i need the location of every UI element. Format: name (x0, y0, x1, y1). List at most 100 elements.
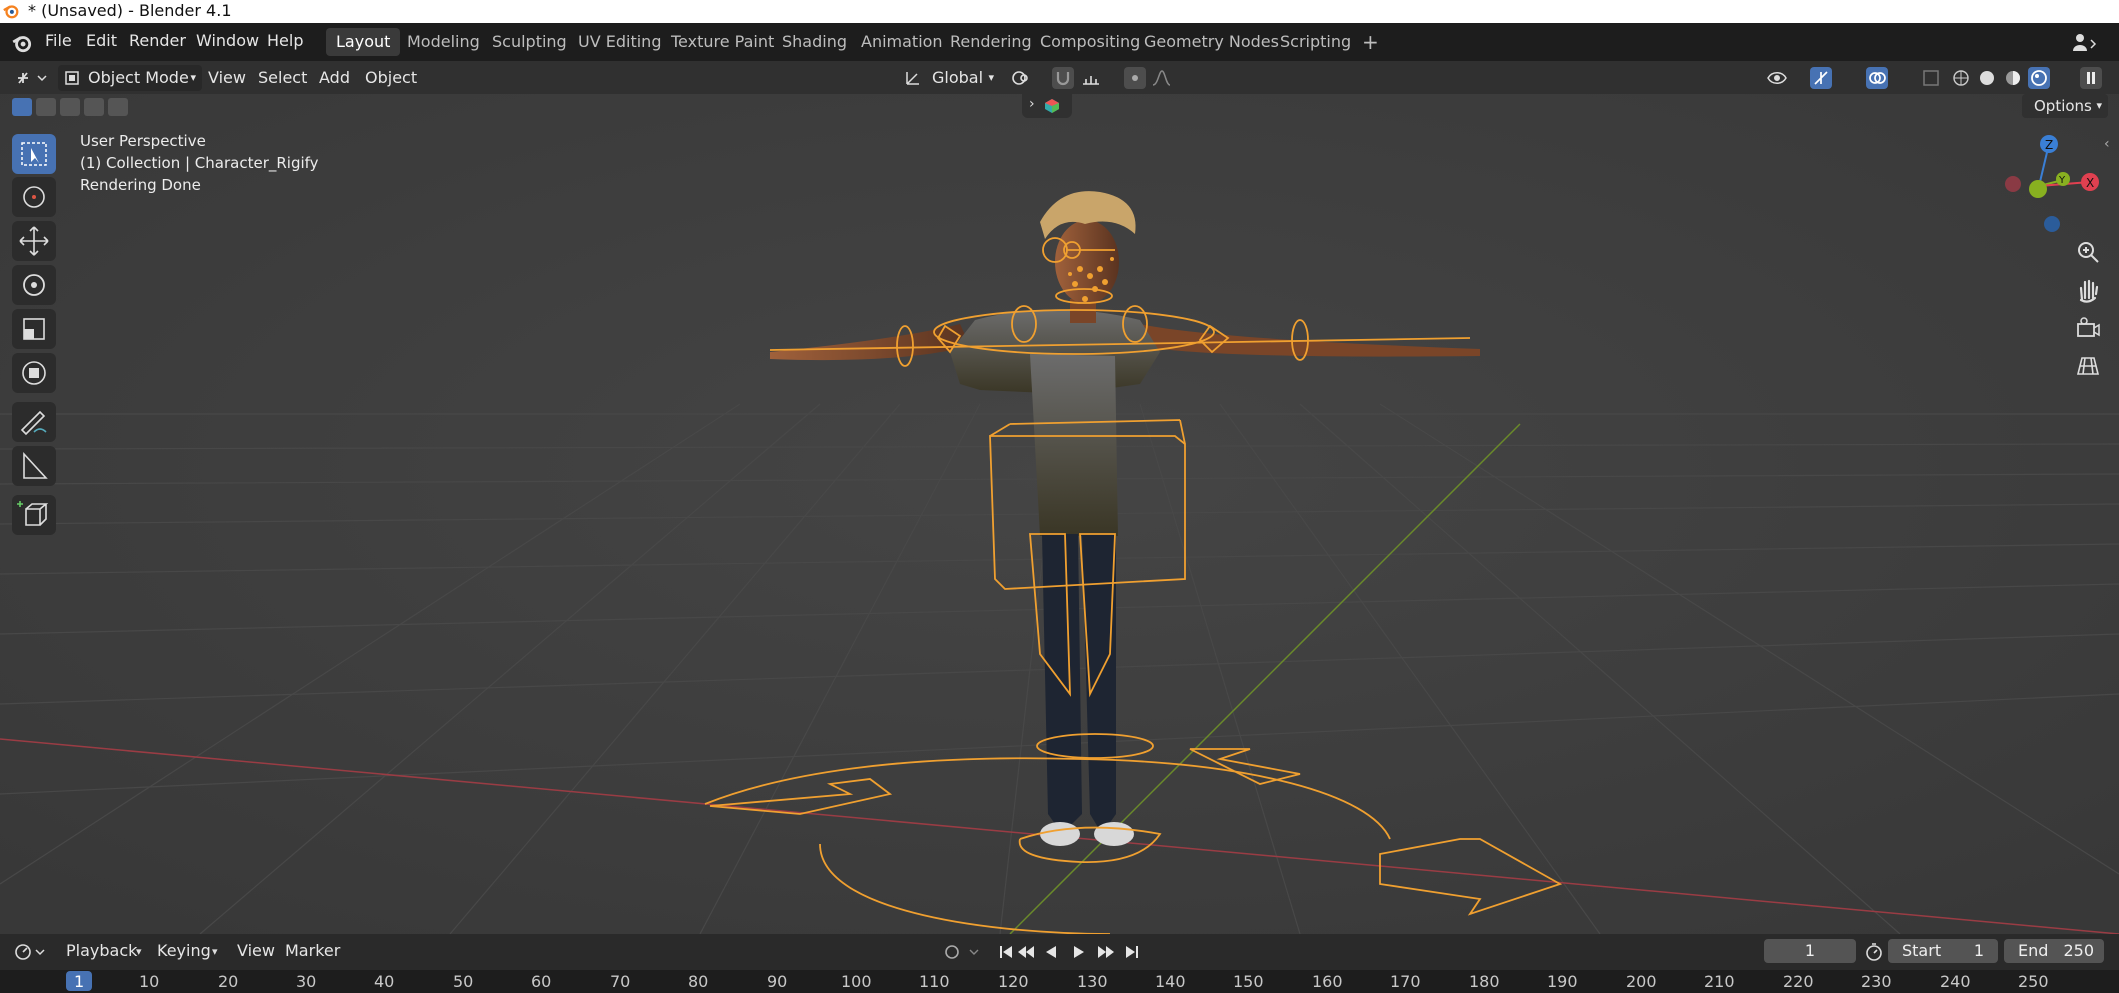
tab-scripting[interactable]: Scripting (1270, 28, 1361, 56)
move-tool[interactable] (12, 221, 56, 261)
xray-toggle-icon[interactable] (1920, 67, 1942, 89)
menu-help[interactable]: Help (267, 31, 303, 50)
zoom-button[interactable] (2072, 236, 2104, 268)
wireframe-shading-icon[interactable] (1950, 67, 1972, 89)
tab-rendering[interactable]: Rendering (940, 28, 1042, 56)
tab-geometry-nodes[interactable]: Geometry Nodes (1134, 28, 1289, 56)
select-invert-icon[interactable] (84, 98, 104, 116)
grid-icon (2076, 357, 2100, 375)
window-title: * (Unsaved) - Blender 4.1 (28, 1, 232, 20)
start-frame-field[interactable]: Start 1 (1888, 939, 1998, 963)
annotate-tool[interactable] (12, 402, 56, 442)
tab-texture-paint[interactable]: Texture Paint (661, 28, 784, 56)
options-label: Options (2034, 97, 2092, 115)
tab-modeling[interactable]: Modeling (397, 28, 490, 56)
pause-icon[interactable] (2080, 67, 2102, 89)
end-frame-field[interactable]: End 250 (2004, 939, 2104, 963)
menu-window[interactable]: Window (196, 31, 259, 50)
jump-to-end-icon[interactable] (1126, 946, 1138, 958)
select-box-tool[interactable] (12, 134, 56, 174)
blender-logo-icon (3, 5, 19, 19)
pan-button[interactable] (2072, 274, 2104, 306)
mode-dropdown[interactable]: Object Mode ▾ (58, 65, 202, 91)
scene-selector-icon[interactable] (2070, 31, 2098, 53)
snap-icon[interactable] (1052, 67, 1074, 89)
frame-tick: 130 (1077, 972, 1108, 991)
rendered-shading-icon[interactable] (2028, 67, 2050, 89)
select-new-icon[interactable] (12, 98, 32, 116)
menu-object[interactable]: Object (365, 65, 417, 91)
menu-timeline-view[interactable]: View (237, 938, 275, 964)
jump-to-start-icon[interactable] (1000, 946, 1012, 958)
projection-toggle-button[interactable] (2072, 350, 2104, 382)
measure-tool[interactable] (12, 446, 56, 486)
perspective-label: User Perspective (80, 132, 206, 150)
select-intersect-icon[interactable] (108, 98, 128, 116)
end-label: End (2018, 941, 2049, 960)
tab-sculpting[interactable]: Sculpting (482, 28, 577, 56)
frame-tick: 250 (2018, 972, 2049, 991)
current-frame-field[interactable]: 1 (1764, 939, 1856, 963)
tab-layout[interactable]: Layout (326, 28, 401, 56)
editor-type-icon[interactable] (14, 68, 50, 88)
cursor-tool[interactable] (12, 177, 56, 217)
proportional-editing-icon[interactable] (1124, 67, 1146, 89)
rotate-tool[interactable] (12, 265, 56, 305)
menu-file[interactable]: File (45, 31, 72, 50)
tab-uv-editing[interactable]: UV Editing (568, 28, 671, 56)
object-mode-icon (65, 71, 79, 85)
options-dropdown[interactable]: Options ▾ (2022, 94, 2108, 118)
orientation-icon (906, 72, 919, 85)
material-preview-shading-icon[interactable] (2002, 67, 2024, 89)
transform-orientation-dropdown[interactable]: Global ▾ (902, 65, 998, 91)
menu-playback[interactable]: Playback (66, 938, 137, 964)
menu-view[interactable]: View (208, 65, 246, 91)
frame-tick: 80 (688, 972, 709, 991)
add-cube-tool[interactable] (12, 495, 56, 535)
visibility-eye-icon[interactable] (1766, 67, 1788, 89)
select-subtract-icon[interactable] (60, 98, 80, 116)
scale-tool[interactable] (12, 309, 56, 349)
play-reverse-icon[interactable] (1046, 946, 1056, 958)
frame-tick: 100 (841, 972, 872, 991)
start-value: 1 (1973, 941, 1984, 960)
jump-to-keyframe-back-icon[interactable] (1018, 946, 1034, 958)
asset-shelf-toggle[interactable]: › (1022, 94, 1072, 118)
snap-target-icon[interactable] (1080, 67, 1102, 89)
transform-tool[interactable] (12, 353, 56, 393)
frame-tick: 60 (531, 972, 552, 991)
auto-keying-icon[interactable] (942, 942, 982, 962)
ruler-icon (23, 451, 48, 479)
timeline-ruler[interactable]: 1 10 20 30 40 50 60 70 80 90 100 110 120… (0, 970, 2119, 993)
pivot-point-icon[interactable] (1010, 67, 1032, 89)
gizmo-y-axis[interactable] (2029, 180, 2047, 198)
frame-tick: 190 (1547, 972, 1578, 991)
viewport-info: User Perspective (1) Collection | Charac… (80, 130, 319, 196)
menu-marker[interactable]: Marker (285, 938, 340, 964)
3d-viewport[interactable]: Z X Y User Perspective (1) Collection | … (0, 94, 2119, 934)
gizmo-toggle-icon[interactable] (1810, 67, 1832, 89)
gizmo-y-label: Y (2058, 175, 2066, 186)
camera-view-button[interactable] (2072, 312, 2104, 344)
menu-render[interactable]: Render (129, 31, 186, 50)
tab-shading[interactable]: Shading (772, 28, 857, 56)
menu-edit[interactable]: Edit (86, 31, 117, 50)
play-icon[interactable] (1074, 946, 1084, 958)
solid-shading-icon[interactable] (1976, 67, 1998, 89)
select-extend-icon[interactable] (36, 98, 56, 116)
frame-tick: 30 (296, 972, 317, 991)
blender-menu-icon[interactable] (11, 32, 33, 54)
mode-label: Object Mode (88, 68, 189, 87)
jump-to-keyframe-forward-icon[interactable] (1098, 946, 1114, 958)
tab-compositing[interactable]: Compositing (1030, 28, 1150, 56)
stopwatch-icon[interactable] (1864, 942, 1884, 962)
tab-animation[interactable]: Animation (851, 28, 953, 56)
menu-keying[interactable]: Keying (157, 938, 211, 964)
menu-select[interactable]: Select (258, 65, 307, 91)
timeline-editor-icon[interactable] (12, 941, 48, 963)
falloff-icon[interactable] (1150, 67, 1172, 89)
sidebar-toggle-icon[interactable]: ‹ (2104, 136, 2110, 152)
menu-add[interactable]: Add (319, 65, 350, 91)
overlays-toggle-icon[interactable] (1866, 67, 1888, 89)
add-workspace-button[interactable]: + (1352, 28, 1389, 56)
